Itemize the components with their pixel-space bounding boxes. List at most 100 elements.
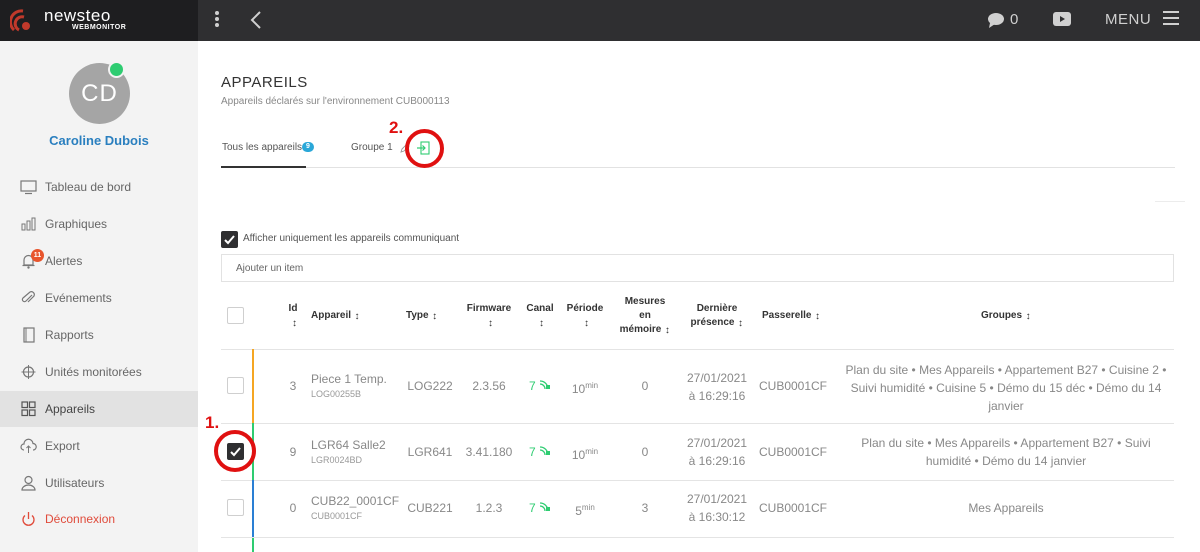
- groups-text: Suivi humidité • Cuisine 5 • Démo du 15 …: [850, 381, 1162, 395]
- more-vertical-icon[interactable]: [212, 9, 222, 31]
- col-header-passerelle[interactable]: Passerelle ↕: [762, 309, 821, 323]
- device-serial: LOG00255B: [311, 389, 362, 399]
- chat-bubble-icon[interactable]: [986, 11, 1006, 29]
- sidebar-item-label: Utilisateurs: [45, 476, 105, 490]
- cell-periode: 5min: [562, 499, 608, 520]
- sidebar-item-utilisateurs[interactable]: Utilisateurs: [0, 465, 198, 501]
- sidebar: CD Caroline Dubois Tableau de bord Graph…: [0, 41, 198, 552]
- cell-groupes: Mes Appareils: [836, 499, 1176, 517]
- hamburger-icon[interactable]: [1163, 11, 1179, 27]
- col-header-label: Type: [406, 310, 429, 321]
- cell-firmware: 3.41.180: [465, 445, 513, 459]
- cell-canal: 7: [522, 499, 558, 517]
- row-checkbox[interactable]: [227, 377, 244, 394]
- cell-id: 9: [289, 445, 297, 459]
- signal-lock-icon: [539, 446, 551, 456]
- filter-label[interactable]: Afficher uniquement les appareils commun…: [243, 233, 459, 244]
- device-serial: CUB0001CF: [311, 511, 363, 521]
- top-bar: newsteo WEBMONITOR 0 MENU: [0, 0, 1200, 41]
- online-status-dot: [108, 61, 125, 78]
- col-header-groupes[interactable]: Groupes ↕: [836, 309, 1176, 323]
- cell-id: 3: [289, 379, 297, 393]
- sidebar-item-deconnexion[interactable]: Déconnexion: [0, 501, 198, 537]
- tab-label: Groupe 1: [351, 142, 393, 153]
- canal-value: 7: [528, 379, 536, 393]
- sort-icon: ↕: [292, 318, 297, 329]
- sidebar-item-rapports[interactable]: Rapports: [0, 317, 198, 353]
- col-header-label: Appareil: [311, 310, 352, 321]
- menu-button[interactable]: MENU: [1105, 11, 1151, 28]
- sort-icon: ↕: [432, 311, 438, 322]
- groups-text: humidité • Démo du 14 janvier: [925, 454, 1087, 468]
- chat-count: 0: [1010, 11, 1019, 28]
- logo-subtitle: WEBMONITOR: [72, 24, 127, 31]
- presence-time: à 16:29:16: [688, 389, 746, 403]
- sidebar-item-appareils[interactable]: Appareils: [0, 391, 198, 427]
- divider: [1155, 201, 1185, 202]
- chevron-left-icon[interactable]: [248, 10, 264, 30]
- sidebar-item-graphiques[interactable]: Graphiques: [0, 206, 198, 242]
- col-header-firmware[interactable]: Firmware ↕: [461, 302, 517, 330]
- add-item-input[interactable]: [221, 254, 1174, 282]
- logo[interactable]: newsteo WEBMONITOR: [0, 0, 198, 41]
- device-name: Piece 1 Temp.: [311, 372, 387, 386]
- period-unit: min: [581, 503, 595, 512]
- col-header-periode[interactable]: Période ↕: [562, 302, 608, 330]
- tab-group-1[interactable]: Groupe 1: [351, 142, 393, 153]
- groups-text: janvier: [988, 399, 1024, 413]
- presence-time: à 16:29:16: [688, 454, 746, 468]
- canal-value: 7: [528, 501, 536, 515]
- cell-mesures: 3: [641, 501, 649, 515]
- row-status-accent: [252, 349, 254, 423]
- cell-canal: 7: [522, 443, 558, 461]
- groups-text: Mes Appareils: [968, 501, 1044, 515]
- alert-count-badge: 11: [31, 249, 44, 262]
- col-header-id[interactable]: Id ↕: [283, 302, 303, 330]
- col-header-label: présence: [690, 317, 735, 328]
- row-divider: [221, 537, 1174, 538]
- highlight-circle-step-1: [214, 430, 256, 472]
- sidebar-item-label: Rapports: [45, 328, 94, 342]
- row-status-accent: [252, 538, 254, 552]
- sidebar-item-alertes[interactable]: 11 Alertes: [0, 243, 198, 279]
- page-subtitle: Appareils déclarés sur l'environnement C…: [221, 96, 450, 107]
- document-icon: [23, 327, 35, 343]
- cell-canal: 7: [522, 377, 558, 395]
- youtube-icon[interactable]: [1052, 11, 1072, 27]
- cell-appareil[interactable]: CUB22_0001CF CUB0001CF: [311, 492, 399, 523]
- sidebar-item-unites-monitorees[interactable]: Unités monitorées: [0, 354, 198, 390]
- presence-time: à 16:30:12: [688, 510, 746, 524]
- sidebar-item-label: Unités monitorées: [45, 365, 142, 379]
- col-header-type[interactable]: Type ↕: [406, 309, 438, 323]
- monitor-icon: [20, 180, 37, 195]
- cell-type: LOG222: [407, 379, 453, 393]
- cell-presence: 27/01/2021 à 16:30:12: [684, 490, 750, 526]
- sort-icon: ↕: [488, 318, 493, 329]
- select-all-checkbox[interactable]: [227, 307, 244, 324]
- cell-mesures: 0: [641, 445, 649, 459]
- col-header-mesures[interactable]: Mesures en mémoire ↕: [614, 295, 676, 337]
- row-divider: [221, 423, 1174, 424]
- tab-all-devices[interactable]: Tous les appareils 9: [222, 142, 314, 153]
- newsteo-logo-icon: [10, 9, 30, 32]
- presence-date: 27/01/2021: [686, 492, 748, 506]
- cell-appareil[interactable]: LGR64 Salle2 LGR0024BD: [311, 436, 386, 467]
- sort-icon: ↕: [539, 318, 544, 329]
- filter-checkbox[interactable]: [221, 231, 238, 248]
- col-header-canal[interactable]: Canal ↕: [522, 302, 558, 330]
- col-header-appareil[interactable]: Appareil ↕: [311, 309, 360, 323]
- active-tab-indicator: [221, 166, 306, 168]
- col-header-presence[interactable]: Dernière présence ↕: [684, 302, 750, 330]
- device-name: LGR64 Salle2: [311, 438, 386, 452]
- row-checkbox[interactable]: [227, 499, 244, 516]
- canal-value: 7: [528, 445, 536, 459]
- sidebar-item-export[interactable]: Export: [0, 428, 198, 464]
- col-header-label: mémoire: [619, 324, 662, 335]
- sidebar-item-evenements[interactable]: Evénements: [0, 280, 198, 316]
- period-value: 10: [571, 382, 586, 396]
- tab-divider: [221, 167, 1175, 168]
- sidebar-item-tableau-de-bord[interactable]: Tableau de bord: [0, 169, 198, 205]
- cell-appareil[interactable]: Piece 1 Temp. LOG00255B: [311, 370, 387, 401]
- user-name[interactable]: Caroline Dubois: [0, 133, 198, 148]
- power-icon: [22, 512, 35, 526]
